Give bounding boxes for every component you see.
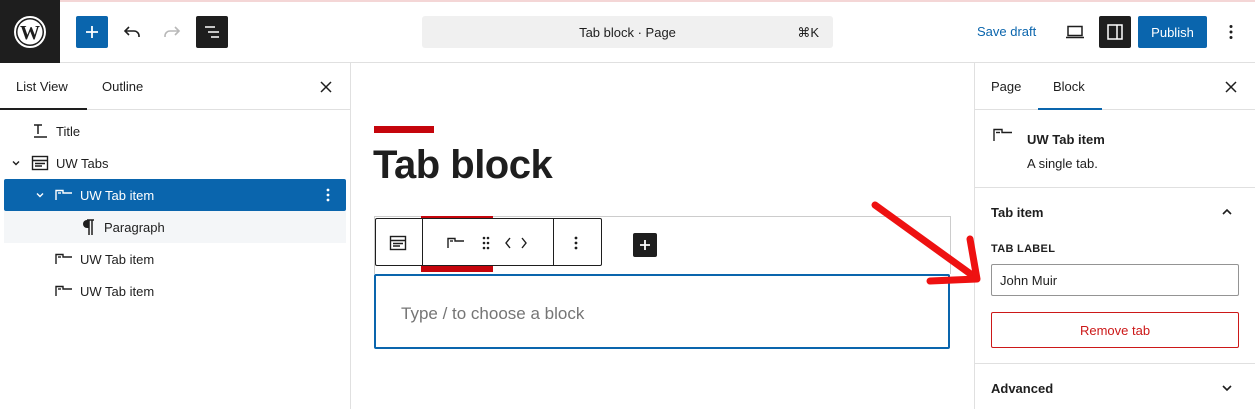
tab-item-panel-title[interactable]: Tab item <box>991 205 1044 220</box>
list-item-label: UW Tab item <box>80 187 155 203</box>
header-accent-line <box>60 0 1255 2</box>
close-settings-button[interactable] <box>1221 77 1241 97</box>
tab-item-icon <box>54 185 74 205</box>
plus-icon <box>86 26 98 38</box>
block-name: UW Tab item <box>1027 132 1105 147</box>
title-accent-bar <box>374 126 434 133</box>
list-item-title[interactable]: Title <box>4 115 346 147</box>
page-title[interactable]: Tab block <box>373 143 553 188</box>
tab-item-icon <box>993 128 1013 144</box>
list-item-label: Paragraph <box>104 219 165 235</box>
active-tab-indicator <box>0 108 87 110</box>
tab-list-view[interactable]: List View <box>16 79 68 94</box>
list-item-uw-tab-item[interactable]: UW Tab item <box>4 243 346 275</box>
undo-icon <box>123 26 140 37</box>
command-palette-bar[interactable]: Tab block · Page ⌘K <box>422 16 833 48</box>
desktop-icon <box>1066 25 1084 39</box>
editor-canvas: Tab block r Type / to choose a block <box>351 63 974 409</box>
list-item-label: Title <box>56 123 81 139</box>
undo-button[interactable] <box>117 16 147 48</box>
close-icon <box>320 81 332 93</box>
tabs-icon <box>30 153 50 173</box>
chevron-down-icon[interactable] <box>1217 378 1237 398</box>
paragraph-block[interactable]: Type / to choose a block <box>374 274 950 349</box>
tab-page[interactable]: Page <box>991 79 1021 94</box>
sidebar-icon <box>1107 24 1123 40</box>
close-list-view-button[interactable] <box>316 77 336 97</box>
heading-icon <box>30 121 50 141</box>
toolbar-divider <box>422 219 423 265</box>
redo-button[interactable] <box>157 16 187 48</box>
preview-button[interactable] <box>1060 16 1090 48</box>
list-item-label: UW Tabs <box>56 155 109 171</box>
list-item-uw-tabs[interactable]: UW Tabs <box>4 147 346 179</box>
editor-header: W Tab block · Page ⌘K Save draft Publish <box>0 0 1255 63</box>
move-right-icon[interactable] <box>517 232 531 254</box>
list-view-icon <box>205 26 219 38</box>
toolbar-divider <box>553 219 554 265</box>
more-vertical-icon[interactable] <box>318 185 338 205</box>
shortcut-hint: ⌘K <box>797 25 819 40</box>
tab-item-icon <box>54 249 74 269</box>
list-item-paragraph[interactable]: Paragraph <box>4 211 346 243</box>
list-item-label: UW Tab item <box>80 251 155 267</box>
block-description: A single tab. <box>1027 156 1098 171</box>
advanced-panel-title[interactable]: Advanced <box>991 381 1053 396</box>
list-view-panel: List View Outline Title UW Tabs UW Tab i… <box>0 63 351 409</box>
drag-handle-icon[interactable] <box>475 232 497 254</box>
plus-icon <box>640 240 650 250</box>
block-toolbar <box>375 218 602 266</box>
publish-button[interactable]: Publish <box>1138 16 1207 48</box>
document-title: Tab block · Page <box>579 24 676 40</box>
parent-block-tabs-icon[interactable] <box>387 232 409 254</box>
list-item-uw-tab-item[interactable]: UW Tab item <box>4 275 346 307</box>
redo-icon <box>164 26 181 37</box>
block-placeholder: Type / to choose a block <box>401 304 585 323</box>
save-draft-button[interactable]: Save draft <box>977 24 1036 39</box>
more-vertical-icon[interactable] <box>565 232 587 254</box>
document-overview-button[interactable] <box>196 16 228 48</box>
block-inserter-button[interactable] <box>76 16 108 48</box>
panel-divider <box>975 363 1255 364</box>
list-item-uw-tab-item-selected[interactable]: UW Tab item <box>4 179 346 211</box>
move-left-icon[interactable] <box>501 232 515 254</box>
chevron-down-icon[interactable] <box>8 155 24 171</box>
tab-outline[interactable]: Outline <box>102 79 143 94</box>
left-panel-tabs: List View Outline <box>0 63 350 110</box>
settings-sidebar: Page Block UW Tab item A single tab. Tab… <box>974 63 1255 409</box>
list-item-label: UW Tab item <box>80 283 155 299</box>
block-card: UW Tab item A single tab. <box>975 110 1255 188</box>
settings-tabs: Page Block <box>975 63 1255 110</box>
add-tab-button[interactable] <box>633 233 657 257</box>
tab-item-icon[interactable] <box>445 232 467 254</box>
settings-sidebar-toggle[interactable] <box>1099 16 1131 48</box>
tab-item-icon <box>54 281 74 301</box>
tab-label-input[interactable] <box>991 264 1239 296</box>
close-icon <box>1225 81 1237 93</box>
more-vertical-icon <box>1229 25 1233 39</box>
svg-text:W: W <box>20 22 40 44</box>
options-button[interactable] <box>1218 16 1244 48</box>
chevron-down-icon[interactable] <box>32 187 48 203</box>
remove-tab-button[interactable]: Remove tab <box>991 312 1239 348</box>
tab-label-field-label: TAB LABEL <box>991 243 1056 255</box>
tab-block[interactable]: Block <box>1053 79 1085 94</box>
paragraph-icon <box>78 217 98 237</box>
chevron-up-icon[interactable] <box>1217 202 1237 222</box>
wordpress-logo-icon[interactable]: W <box>0 0 60 63</box>
